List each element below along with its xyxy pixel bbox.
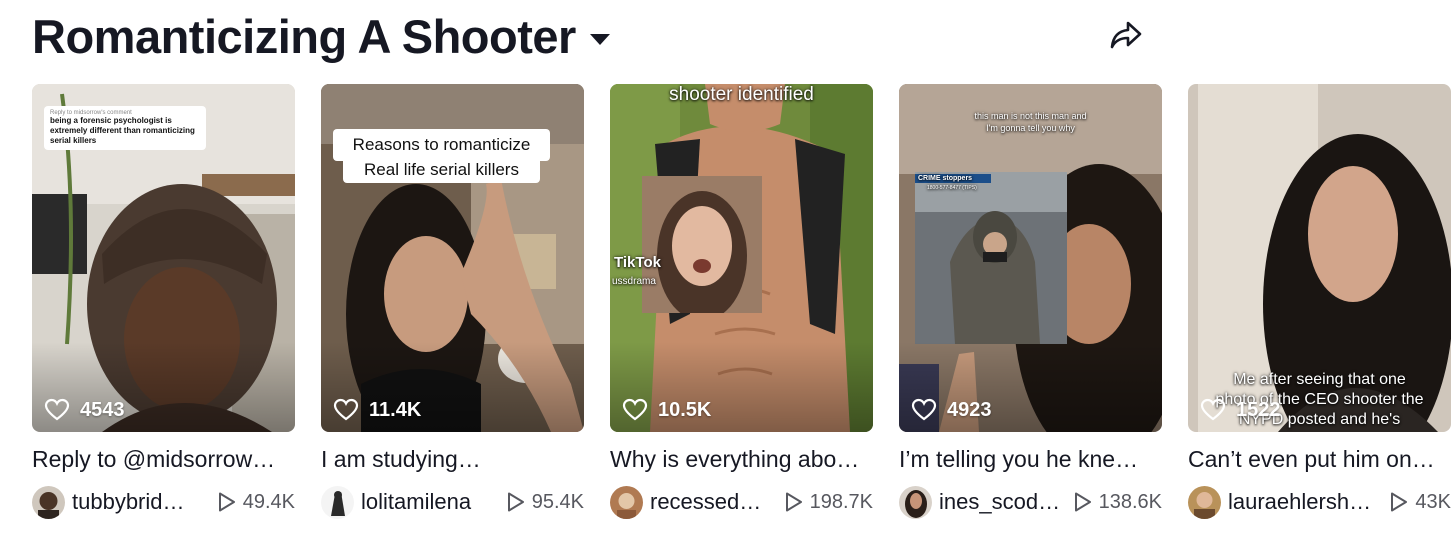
like-count-value: 4923 (947, 398, 992, 421)
watermark-username: ussdrama (612, 276, 656, 287)
video-thumbnail[interactable]: Me after seeing that one photo of the CE… (1188, 84, 1451, 432)
view-count: 49.4K (217, 491, 295, 514)
like-count: 10.5K (622, 398, 711, 422)
overlay-line: Real life serial killers (364, 160, 519, 179)
video-card[interactable]: Reasons to romanticize Real life serial … (321, 84, 584, 519)
view-count-value: 43K (1415, 490, 1451, 513)
play-triangle-icon (507, 492, 524, 512)
heart-outline-icon (1200, 398, 1226, 421)
video-thumbnail[interactable]: Reasons to romanticize Real life serial … (321, 84, 584, 432)
like-count: 4543 (44, 398, 125, 422)
chevron-down-icon[interactable] (589, 33, 610, 45)
video-meta: recessed… 198.7K (610, 485, 873, 519)
like-count: 1522 (1200, 398, 1281, 422)
video-card[interactable]: Me after seeing that one photo of the CE… (1188, 84, 1451, 519)
view-count: 95.4K (506, 491, 584, 514)
view-count-value: 138.6K (1098, 490, 1162, 513)
like-count-value: 10.5K (658, 398, 712, 421)
video-text-overlay: this man is not this man and I'm gonna t… (899, 110, 1162, 134)
avatar[interactable] (32, 485, 65, 519)
video-meta: ines_scod… 138.6K (899, 485, 1162, 519)
share-arrow-icon[interactable] (1108, 16, 1144, 52)
tiktok-watermark: TikTok (614, 254, 661, 271)
video-description[interactable]: Reply to @midsorrow… (32, 446, 295, 473)
like-count: 11.4K (333, 398, 421, 422)
play-triangle-icon (785, 492, 802, 512)
video-card[interactable]: shooter identified TikTok ussdrama 10.5K… (610, 84, 873, 519)
video-text-overlay: Real life serial killers (343, 157, 540, 183)
badge-phone: 1800-577-8477 (TIPS) (927, 185, 977, 191)
username[interactable]: lolitamilena (361, 489, 471, 515)
video-thumbnail[interactable]: shooter identified TikTok ussdrama 10.5K (610, 84, 873, 432)
video-meta: lauraehlersh… 43K (1188, 485, 1451, 519)
avatar[interactable] (1188, 485, 1221, 519)
reply-comment-text: being a forensic psychologist is extreme… (50, 116, 195, 145)
username[interactable]: lauraehlersh… (1228, 489, 1371, 515)
avatar[interactable] (321, 485, 354, 519)
overlay-line: Reasons to romanticize (352, 135, 531, 154)
view-count: 198.7K (784, 491, 873, 514)
video-thumbnail[interactable]: Reply to midsorrow's comment being a for… (32, 84, 295, 432)
username[interactable]: recessed… (650, 489, 761, 515)
overlay-line: Me after seeing that one (1233, 371, 1406, 388)
like-count-value: 11.4K (369, 398, 422, 421)
like-count-value: 4543 (80, 398, 125, 421)
video-meta: lolitamilena 95.4K (321, 485, 584, 519)
like-count: 4923 (911, 398, 992, 422)
heart-outline-icon (622, 398, 648, 421)
duet-inset-video (642, 176, 762, 313)
video-description[interactable]: Can’t even put him on… (1188, 446, 1451, 473)
username[interactable]: tubbybrid… (72, 489, 185, 515)
video-thumbnail[interactable]: CRIME stoppers 1800-577-8477 (TIPS) this… (899, 84, 1162, 432)
view-count: 138.6K (1073, 491, 1162, 514)
video-description[interactable]: Why is everything abo… (610, 446, 873, 473)
heart-outline-icon (44, 398, 70, 421)
view-count-value: 49.4K (242, 490, 295, 513)
view-count-value: 198.7K (809, 490, 873, 513)
play-triangle-icon (1074, 492, 1091, 512)
video-card[interactable]: CRIME stoppers 1800-577-8477 (TIPS) this… (899, 84, 1162, 519)
avatar[interactable] (899, 485, 932, 519)
username[interactable]: ines_scod… (939, 489, 1060, 515)
heart-outline-icon (333, 398, 359, 421)
overlay-line: this man is not this man and (974, 111, 1087, 121)
reply-comment-bubble: Reply to midsorrow's comment being a for… (44, 106, 206, 150)
view-count: 43K (1389, 491, 1451, 514)
surveillance-inset-photo (915, 172, 1067, 344)
page-title: Romanticizing A Shooter (32, 9, 576, 63)
overlay-line: I'm gonna tell you why (986, 123, 1075, 133)
video-caption-overlay: shooter identified (669, 84, 814, 105)
avatar[interactable] (610, 485, 643, 519)
badge-title: CRIME stoppers (918, 175, 973, 182)
video-description[interactable]: I’m telling you he kne… (899, 446, 1162, 473)
crime-stoppers-badge: CRIME stoppers (915, 174, 991, 183)
page-header: Romanticizing A Shooter (32, 8, 610, 64)
play-triangle-icon (1391, 492, 1408, 512)
view-count-value: 95.4K (531, 490, 584, 513)
video-meta: tubbybrid… 49.4K (32, 485, 295, 519)
video-description[interactable]: I am studying… (321, 446, 584, 473)
like-count-value: 1522 (1236, 398, 1281, 421)
play-triangle-icon (218, 492, 235, 512)
heart-outline-icon (911, 398, 937, 421)
video-card[interactable]: Reply to midsorrow's comment being a for… (32, 84, 295, 519)
